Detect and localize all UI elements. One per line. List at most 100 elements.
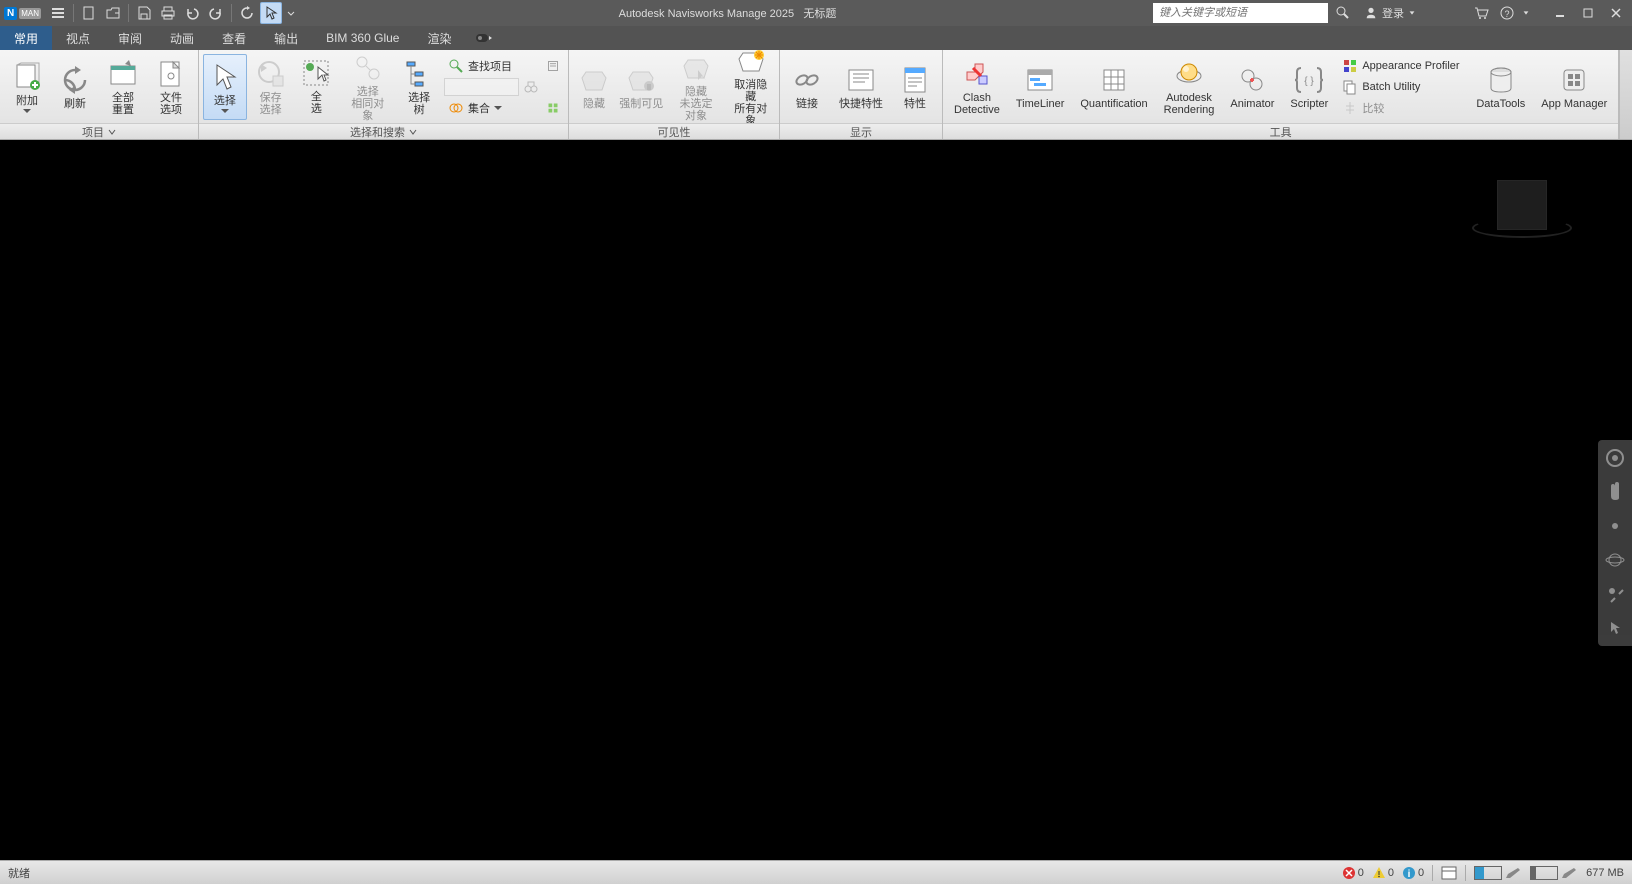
batch-utility-button[interactable]: Batch Utility <box>1337 77 1467 97</box>
help-dropdown-icon[interactable] <box>1522 9 1530 17</box>
sets-button[interactable]: 集合 <box>443 98 540 118</box>
undo-icon[interactable] <box>181 2 203 24</box>
quick-find-button <box>443 77 540 97</box>
tab-bim360[interactable]: BIM 360 Glue <box>312 26 413 50</box>
links-button[interactable]: 链接 <box>784 54 830 120</box>
file-options-button[interactable]: 文件 选项 <box>148 54 194 120</box>
select-all-button[interactable]: 全 选 <box>295 54 339 120</box>
look-icon[interactable] <box>1603 582 1627 606</box>
tab-output[interactable]: 输出 <box>260 26 312 50</box>
chevron-down-icon <box>23 109 31 113</box>
file-options-icon <box>155 58 187 90</box>
ribbon-collapse-handle[interactable] <box>1619 50 1632 139</box>
selection-tree-button[interactable]: 选择 树 <box>397 54 441 120</box>
hide-unsel-icon <box>680 52 712 84</box>
chevron-down-icon <box>494 106 502 110</box>
tab-render[interactable]: 渲染 <box>413 26 465 50</box>
hide-icon <box>578 64 610 96</box>
refresh-icon[interactable] <box>236 2 258 24</box>
status-sheet-icon[interactable] <box>1441 866 1457 880</box>
search-icon[interactable] <box>1332 2 1354 24</box>
app-manager-button[interactable]: App Manager <box>1534 54 1614 120</box>
append-icon <box>11 61 43 93</box>
status-info[interactable]: i 0 <box>1402 866 1424 880</box>
quantification-button[interactable]: Quantification <box>1073 54 1154 120</box>
info-icon: i <box>1402 866 1416 880</box>
panel-title-project[interactable]: 项目 <box>0 123 198 139</box>
find-icon <box>448 58 464 74</box>
minimize-button[interactable] <box>1548 2 1572 24</box>
panel-tools: Clash Detective TimeLiner Quantification… <box>943 50 1619 139</box>
clash-detective-button[interactable]: Clash Detective <box>947 54 1007 120</box>
scripter-button[interactable]: { } Scripter <box>1283 54 1335 120</box>
status-warnings[interactable]: 0 <box>1372 866 1394 880</box>
timeliner-button[interactable]: TimeLiner <box>1009 54 1072 120</box>
maximize-button[interactable] <box>1576 2 1600 24</box>
steering-wheel-icon[interactable] <box>1603 446 1627 470</box>
unhide-all-button[interactable]: 取消隐藏 所有对象 <box>727 54 775 120</box>
pan-icon[interactable] <box>1603 480 1627 504</box>
compare-icon <box>1342 100 1358 116</box>
properties-button[interactable]: 特性 <box>892 54 938 120</box>
orbit-icon[interactable] <box>1603 548 1627 572</box>
find-items-button[interactable]: 查找项目 <box>443 56 540 76</box>
batch-icon <box>1342 79 1358 95</box>
quick-props-icon <box>845 64 877 96</box>
ribbon: 附加 刷新 全部 重置 文件 选项 项目 选择 <box>0 50 1632 140</box>
append-button[interactable]: 附加 <box>4 54 50 120</box>
tab-viewpoint[interactable]: 视点 <box>52 26 104 50</box>
quick-properties-button[interactable]: 快捷特性 <box>832 54 890 120</box>
select-nav-icon[interactable] <box>1603 616 1627 640</box>
error-icon <box>1342 866 1356 880</box>
app-logo[interactable]: NMAN <box>4 7 41 20</box>
tab-view[interactable]: 查看 <box>208 26 260 50</box>
appearance-profiler-button[interactable]: Appearance Profiler <box>1337 56 1467 76</box>
chevron-down-icon <box>221 109 229 113</box>
redo-icon[interactable] <box>205 2 227 24</box>
tree-icon <box>403 58 435 90</box>
panel-title-select[interactable]: 选择和搜索 <box>199 123 568 139</box>
datatools-icon <box>1485 64 1517 96</box>
select-cursor-icon[interactable] <box>260 2 282 24</box>
qat-dropdown-icon[interactable] <box>284 2 298 24</box>
save-icon[interactable] <box>133 2 155 24</box>
clash-icon <box>961 58 993 90</box>
qat-menu-icon[interactable] <box>47 2 69 24</box>
login-label: 登录 <box>1382 5 1404 21</box>
zoom-icon[interactable] <box>1603 514 1627 538</box>
animator-button[interactable]: Animator <box>1223 54 1281 120</box>
reset-all-button[interactable]: 全部 重置 <box>100 54 146 120</box>
print-icon[interactable] <box>157 2 179 24</box>
panel-visibility: 隐藏 强制可见 隐藏 未选定对象 取消隐藏 所有对象 可见性 <box>569 50 780 139</box>
open-file-icon[interactable] <box>102 2 124 24</box>
tab-home[interactable]: 常用 <box>0 26 52 50</box>
pencil-icon <box>1504 866 1522 880</box>
tab-animation[interactable]: 动画 <box>156 26 208 50</box>
status-errors[interactable]: 0 <box>1342 866 1364 880</box>
status-disk1 <box>1474 866 1522 880</box>
viewport[interactable] <box>0 140 1632 860</box>
datatools-button[interactable]: DataTools <box>1469 54 1532 120</box>
refresh-icon <box>59 64 91 96</box>
animator-icon <box>1236 64 1268 96</box>
sets-manage-button[interactable] <box>542 98 564 118</box>
tab-plugin-dropdown[interactable] <box>465 26 503 50</box>
quantification-icon <box>1098 64 1130 96</box>
help-icon[interactable]: ? <box>1496 2 1518 24</box>
search-input[interactable] <box>1153 3 1328 23</box>
select-button[interactable]: 选择 <box>203 54 247 120</box>
rendering-icon <box>1173 58 1205 90</box>
view-cube[interactable] <box>1472 180 1572 260</box>
panel-display: 链接 快捷特性 特性 显示 <box>780 50 943 139</box>
appearance-icon <box>1342 58 1358 74</box>
selection-inspector-button[interactable] <box>542 56 564 76</box>
refresh-button[interactable]: 刷新 <box>52 54 98 120</box>
autodesk-rendering-button[interactable]: Autodesk Rendering <box>1157 54 1222 120</box>
cart-icon[interactable] <box>1470 2 1492 24</box>
tab-review[interactable]: 审阅 <box>104 26 156 50</box>
binoculars-icon <box>523 79 539 95</box>
login-button[interactable]: 登录 <box>1358 3 1422 23</box>
new-file-icon[interactable] <box>78 2 100 24</box>
hide-button: 隐藏 <box>573 54 615 120</box>
close-button[interactable] <box>1604 2 1628 24</box>
